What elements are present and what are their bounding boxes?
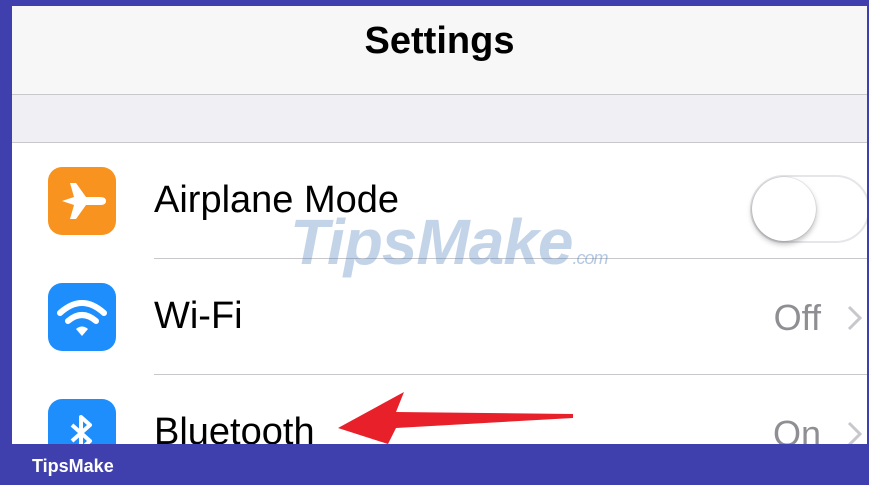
airplane-icon — [48, 167, 116, 235]
bluetooth-icon — [48, 399, 116, 444]
airplane-mode-toggle[interactable] — [750, 175, 867, 243]
bluetooth-label: Bluetooth — [154, 411, 315, 444]
red-arrow-annotation — [338, 392, 573, 444]
bluetooth-status-value: On — [772, 413, 821, 444]
chevron-right-icon — [847, 421, 863, 444]
watermark-text: TipsMake — [290, 206, 573, 278]
footer-bar: TipsMake — [0, 444, 869, 485]
watermark: TipsMake.com — [290, 205, 609, 279]
watermark-suffix: .com — [572, 248, 609, 268]
wifi-label: Wi-Fi — [154, 295, 243, 337]
chevron-right-icon — [847, 305, 863, 331]
navigation-bar: Settings — [12, 6, 867, 95]
brand-label: TipsMake — [32, 456, 114, 476]
toggle-knob — [752, 177, 816, 241]
page-title: Settings — [364, 20, 515, 62]
wifi-status-value: Off — [773, 297, 821, 338]
group-spacer — [12, 95, 867, 143]
wifi-icon — [48, 283, 116, 351]
